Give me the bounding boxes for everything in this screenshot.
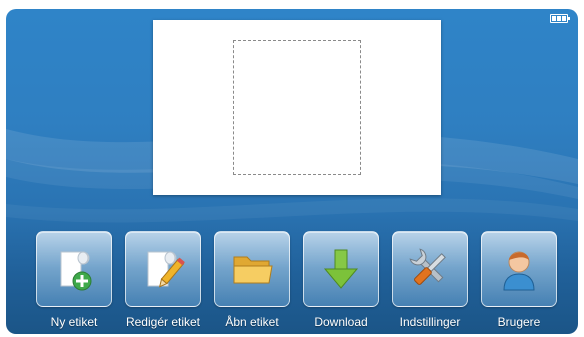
new-label-tile[interactable] bbox=[36, 231, 112, 307]
users-tile[interactable] bbox=[481, 231, 557, 307]
open-label-label: Åbn etiket bbox=[225, 315, 279, 329]
edit-label-label: Redigér etiket bbox=[125, 315, 201, 329]
download-button[interactable]: Download bbox=[303, 231, 379, 331]
main-menu: Ny etiket Redigér etiket Åbn etiket Down… bbox=[6, 231, 578, 334]
label-preview-canvas bbox=[153, 20, 441, 195]
settings-tile[interactable] bbox=[392, 231, 468, 307]
download-tile[interactable] bbox=[303, 231, 379, 307]
settings-button[interactable]: Indstillinger bbox=[392, 231, 468, 331]
edit-label-icon bbox=[147, 251, 185, 288]
battery-full-icon bbox=[550, 14, 570, 23]
tools-icon bbox=[409, 248, 446, 285]
open-folder-icon bbox=[233, 256, 273, 284]
users-label: Brugere bbox=[497, 315, 541, 329]
download-arrow-icon bbox=[323, 249, 359, 289]
open-label-tile[interactable] bbox=[214, 231, 290, 307]
new-label-icon bbox=[60, 251, 92, 291]
user-icon bbox=[503, 251, 535, 291]
open-label-button[interactable]: Åbn etiket bbox=[214, 231, 290, 331]
new-label-button[interactable]: Ny etiket bbox=[36, 231, 112, 331]
download-label: Download bbox=[314, 315, 368, 329]
settings-label: Indstillinger bbox=[399, 315, 461, 329]
users-button[interactable]: Brugere bbox=[481, 231, 557, 331]
edit-label-tile[interactable] bbox=[125, 231, 201, 307]
printable-area-outline bbox=[233, 40, 361, 175]
new-label-label: Ny etiket bbox=[50, 315, 98, 329]
edit-label-button[interactable]: Redigér etiket bbox=[125, 231, 201, 331]
app-screen: Ny etiket Redigér etiket Åbn etiket Down… bbox=[6, 9, 578, 334]
